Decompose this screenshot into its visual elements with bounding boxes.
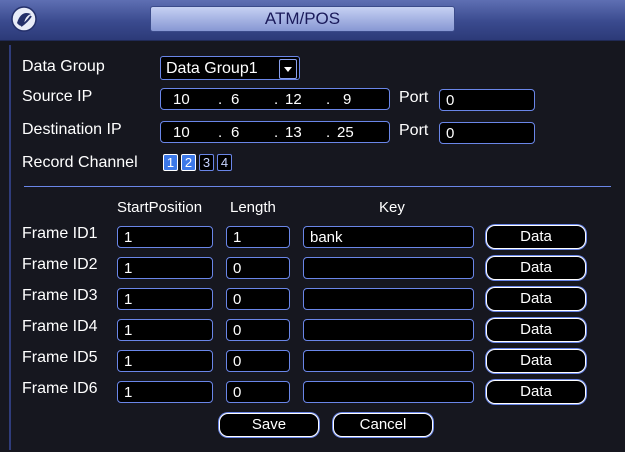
source-ip-octet-3: 12 [285, 91, 302, 108]
destination-ip-octet-4: 25 [337, 124, 354, 141]
chevron-down-icon[interactable] [279, 59, 297, 79]
channel-1-checkbox[interactable]: 1 [163, 154, 178, 171]
title-bar: ATM/POS [0, 0, 625, 41]
key-input[interactable] [303, 350, 474, 372]
destination-port-input[interactable]: 0 [439, 122, 535, 144]
data-button[interactable]: Data [486, 349, 586, 373]
section-divider [24, 186, 611, 187]
channel-4-checkbox[interactable]: 4 [217, 154, 232, 171]
key-input[interactable] [303, 381, 474, 403]
ip-separator: . [326, 124, 331, 141]
frame-id-label: Frame ID3 [22, 287, 98, 304]
channel-3-checkbox[interactable]: 3 [199, 154, 214, 171]
length-input[interactable]: 0 [226, 350, 290, 372]
key-input[interactable] [303, 257, 474, 279]
header-key: Key [379, 199, 405, 216]
frame-id-label: Frame ID1 [22, 225, 98, 242]
source-ip-octet-4: 9 [343, 91, 352, 108]
data-group-label: Data Group [22, 58, 105, 75]
source-ip-octet-2: 6 [231, 91, 240, 108]
data-button[interactable]: Data [486, 256, 586, 280]
window-title: ATM/POS [150, 6, 455, 32]
data-group-select[interactable]: Data Group1 [160, 56, 300, 80]
length-input[interactable]: 1 [226, 226, 290, 248]
ip-separator: . [274, 91, 279, 108]
destination-ip-octet-1: 10 [173, 124, 190, 141]
frame-id-label: Frame ID2 [22, 256, 98, 273]
save-button[interactable]: Save [219, 413, 319, 437]
key-input[interactable]: bank [303, 226, 474, 248]
source-port-input[interactable]: 0 [439, 89, 535, 111]
length-input[interactable]: 0 [226, 288, 290, 310]
destination-ip-octet-2: 6 [231, 124, 240, 141]
frame-id-label: Frame ID5 [22, 349, 98, 366]
source-port-label: Port [399, 89, 429, 106]
start-position-input[interactable]: 1 [117, 381, 213, 403]
destination-ip-label: Destination IP [22, 121, 122, 138]
frame-id-label: Frame ID6 [22, 380, 98, 397]
data-group-value: Data Group1 [166, 60, 258, 77]
destination-ip-octet-3: 13 [285, 124, 302, 141]
length-input[interactable]: 0 [226, 381, 290, 403]
cancel-button[interactable]: Cancel [333, 413, 433, 437]
ip-separator: . [218, 91, 223, 108]
data-button[interactable]: Data [486, 380, 586, 404]
record-channel-group: 1 2 3 4 [163, 154, 253, 172]
dahua-logo-icon [11, 6, 37, 32]
start-position-input[interactable]: 1 [117, 226, 213, 248]
frame-id-label: Frame ID4 [22, 318, 98, 335]
header-start-position: StartPosition [117, 199, 203, 216]
data-button[interactable]: Data [486, 287, 586, 311]
key-input[interactable] [303, 319, 474, 341]
start-position-input[interactable]: 1 [117, 288, 213, 310]
data-button[interactable]: Data [486, 225, 586, 249]
start-position-input[interactable]: 1 [117, 319, 213, 341]
source-ip-octet-1: 10 [173, 91, 190, 108]
key-input[interactable] [303, 288, 474, 310]
source-ip-label: Source IP [22, 88, 93, 105]
ip-separator: . [326, 91, 331, 108]
ip-separator: . [218, 124, 223, 141]
header-length: Length [230, 199, 276, 216]
record-channel-label: Record Channel [22, 154, 138, 171]
destination-ip-input[interactable]: 10 . 6 . 13 . 25 [160, 121, 390, 143]
ip-separator: . [274, 124, 279, 141]
source-ip-input[interactable]: 10 . 6 . 12 . 9 [160, 88, 390, 110]
channel-2-checkbox[interactable]: 2 [181, 154, 196, 171]
destination-port-label: Port [399, 122, 429, 139]
start-position-input[interactable]: 1 [117, 350, 213, 372]
start-position-input[interactable]: 1 [117, 257, 213, 279]
data-button[interactable]: Data [486, 318, 586, 342]
length-input[interactable]: 0 [226, 319, 290, 341]
atm-pos-window: ATM/POS Data Group Data Group1 Source IP… [0, 0, 625, 452]
length-input[interactable]: 0 [226, 257, 290, 279]
